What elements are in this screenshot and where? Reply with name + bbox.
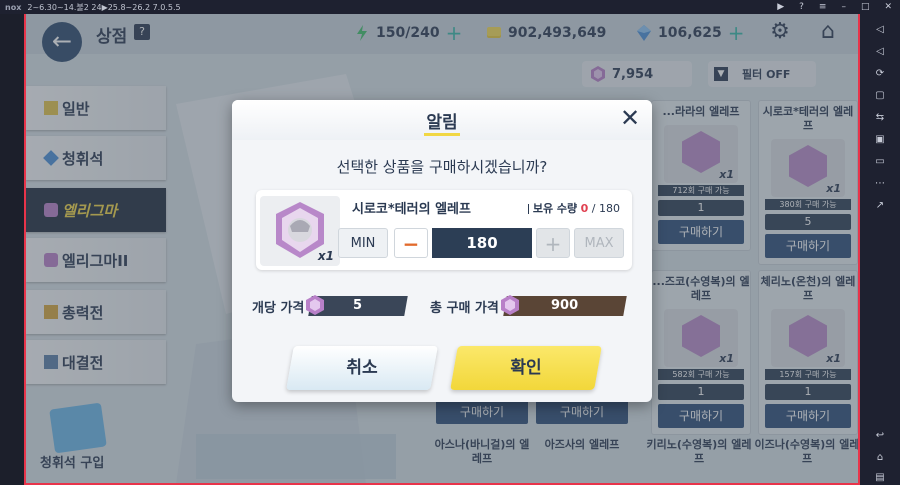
owned-label: 보유 수량 — [532, 202, 578, 215]
cancel-button[interactable]: 취소 — [286, 346, 438, 390]
title-underline — [424, 133, 460, 136]
close-icon[interactable]: ✕ — [618, 106, 642, 130]
decrease-button[interactable]: − — [394, 228, 428, 258]
game-viewport: ← 상점 ? 150/240 + 902,493,649 106,625 + ⚙… — [24, 14, 860, 485]
menu-icon[interactable]: ≡ — [819, 2, 827, 12]
close-window-icon[interactable]: ✕ — [884, 2, 892, 12]
total-price-value: 900 — [551, 298, 579, 313]
emulator-status: 2~6.30~14.불2 24▶25.8~26.2 7.0.5.5 — [27, 2, 181, 12]
play-store-icon[interactable]: ▶ — [777, 2, 784, 12]
android-back-icon[interactable]: ↩ — [873, 430, 887, 442]
total-price-row: 총 구매 가격 900 — [430, 295, 627, 317]
unit-price-box: 5 — [306, 295, 409, 316]
owned-value: 0 — [580, 202, 589, 215]
increase-button[interactable]: + — [536, 228, 570, 258]
fullscreen-icon[interactable]: ▢ — [873, 90, 887, 102]
confirm-label: 확인 — [510, 358, 542, 378]
volume-up-icon[interactable]: ◁ — [873, 24, 887, 36]
emulator-side-toolbar: ◁ ◁ ⟳ ▢ ⇆ ▣ ▭ ⋯ ↗ ↩ ⌂ ▤ — [860, 14, 900, 485]
dialog-title: 알림 — [426, 113, 458, 133]
minimize-icon[interactable]: – — [841, 2, 846, 12]
keyboard-icon[interactable]: ⇆ — [873, 112, 887, 124]
unit-price-label: 개당 가격 — [252, 300, 305, 316]
rotate-icon[interactable]: ⟳ — [873, 68, 887, 80]
item-name: 시로코*테러의 엘레프 — [352, 202, 471, 217]
dialog-question: 선택한 상품을 구매하시겠습니까? — [336, 158, 548, 176]
unit-price-value: 5 — [353, 298, 363, 313]
emulator-logo: nox — [5, 2, 22, 12]
eligma-icon — [500, 295, 519, 315]
emulator-title-bar: nox 2~6.30~14.불2 24▶25.8~26.2 7.0.5.5 ▶ … — [0, 0, 900, 14]
quantity-input[interactable]: 180 — [432, 228, 532, 258]
maximize-icon[interactable]: □ — [861, 2, 870, 12]
total-price-box: 900 — [500, 295, 627, 316]
help-circle-icon[interactable]: ? — [799, 2, 804, 12]
more-icon[interactable]: ⋯ — [873, 178, 887, 190]
confirm-button[interactable]: 확인 — [450, 346, 602, 390]
purchase-dialog: 알림 ✕ 선택한 상품을 구매하시겠습니까? x1 시로코*테러의 엘레프 보유… — [232, 100, 652, 402]
total-price-value-box: 900 — [503, 296, 627, 316]
screenshot-icon[interactable]: ▣ — [873, 134, 887, 146]
owned-quantity: 보유 수량 0 / 180 — [527, 200, 620, 216]
min-button[interactable]: MIN — [338, 228, 388, 258]
item-thumbnail: x1 — [260, 196, 340, 266]
screen-icon[interactable]: ▭ — [873, 156, 887, 168]
android-home-icon[interactable]: ⌂ — [873, 452, 887, 464]
android-recent-icon[interactable]: ▤ — [873, 472, 887, 484]
unit-price-row: 개당 가격 5 — [252, 295, 409, 317]
item-qty: x1 — [317, 249, 334, 263]
owned-max: / 180 — [591, 202, 620, 215]
item-box: x1 시로코*테러의 엘레프 보유 수량 0 / 180 MIN − 180 +… — [256, 190, 632, 270]
owned-divider — [527, 204, 529, 214]
expand-icon[interactable]: ↗ — [873, 200, 887, 212]
total-price-label: 총 구매 가격 — [430, 300, 499, 316]
max-button[interactable]: MAX — [574, 228, 624, 258]
volume-down-icon[interactable]: ◁ — [873, 46, 887, 58]
eligma-icon — [306, 295, 325, 315]
cancel-label: 취소 — [346, 358, 378, 378]
